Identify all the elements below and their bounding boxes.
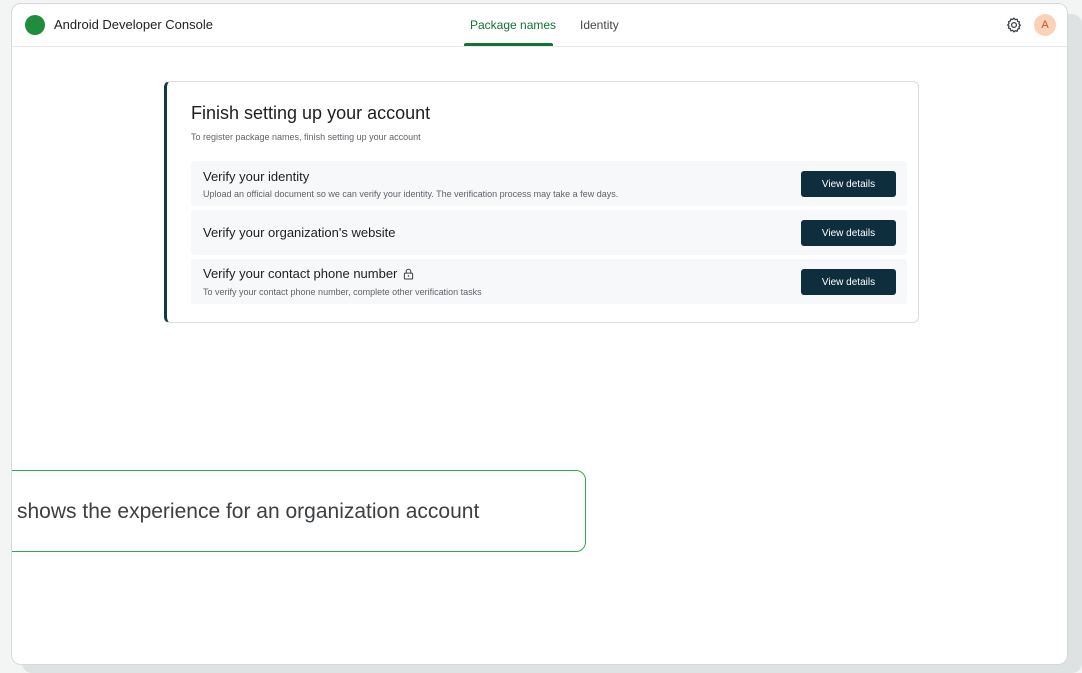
gear-icon[interactable]	[1005, 16, 1023, 34]
tab-identity[interactable]: Identity	[580, 18, 619, 32]
task-title-text: Verify your identity	[203, 169, 310, 184]
task-title: Verify your contact phone number	[203, 266, 414, 281]
setup-account-card: Finish setting up your account To regist…	[164, 81, 919, 323]
active-tab-indicator	[464, 43, 553, 46]
task-title-text: Verify your contact phone number	[203, 266, 398, 281]
avatar[interactable]: A	[1034, 14, 1056, 36]
task-description: To verify your contact phone number, com…	[203, 287, 482, 297]
card-title: Finish setting up your account	[191, 103, 431, 123]
top-app-bar: Android Developer Console Package names …	[12, 4, 1067, 47]
task-verify-identity: Verify your identity Upload an official …	[191, 161, 907, 206]
annotation-callout: shows the experience for an organization…	[12, 470, 586, 552]
callout-text: shows the experience for an organization…	[17, 500, 480, 523]
app-title: Android Developer Console	[54, 17, 213, 32]
task-title-text: Verify your organization's website	[203, 225, 396, 240]
app-logo-icon	[25, 15, 45, 35]
task-title: Verify your identity	[203, 169, 309, 184]
view-details-button-website[interactable]: View details	[801, 220, 896, 246]
view-details-button-phone[interactable]: View details	[801, 269, 896, 295]
lock-icon	[404, 268, 414, 280]
tab-package-names[interactable]: Package names	[470, 18, 556, 32]
task-description: Upload an official document so we can ve…	[203, 189, 619, 199]
task-title: Verify your organization's website	[203, 225, 396, 240]
view-details-button-identity[interactable]: View details	[801, 171, 896, 197]
card-subtitle: To register package names, finish settin…	[191, 132, 421, 142]
app-window: Android Developer Console Package names …	[11, 3, 1068, 665]
task-verify-website: Verify your organization's website View …	[191, 210, 907, 255]
task-verify-phone: Verify your contact phone number To veri…	[191, 259, 907, 304]
